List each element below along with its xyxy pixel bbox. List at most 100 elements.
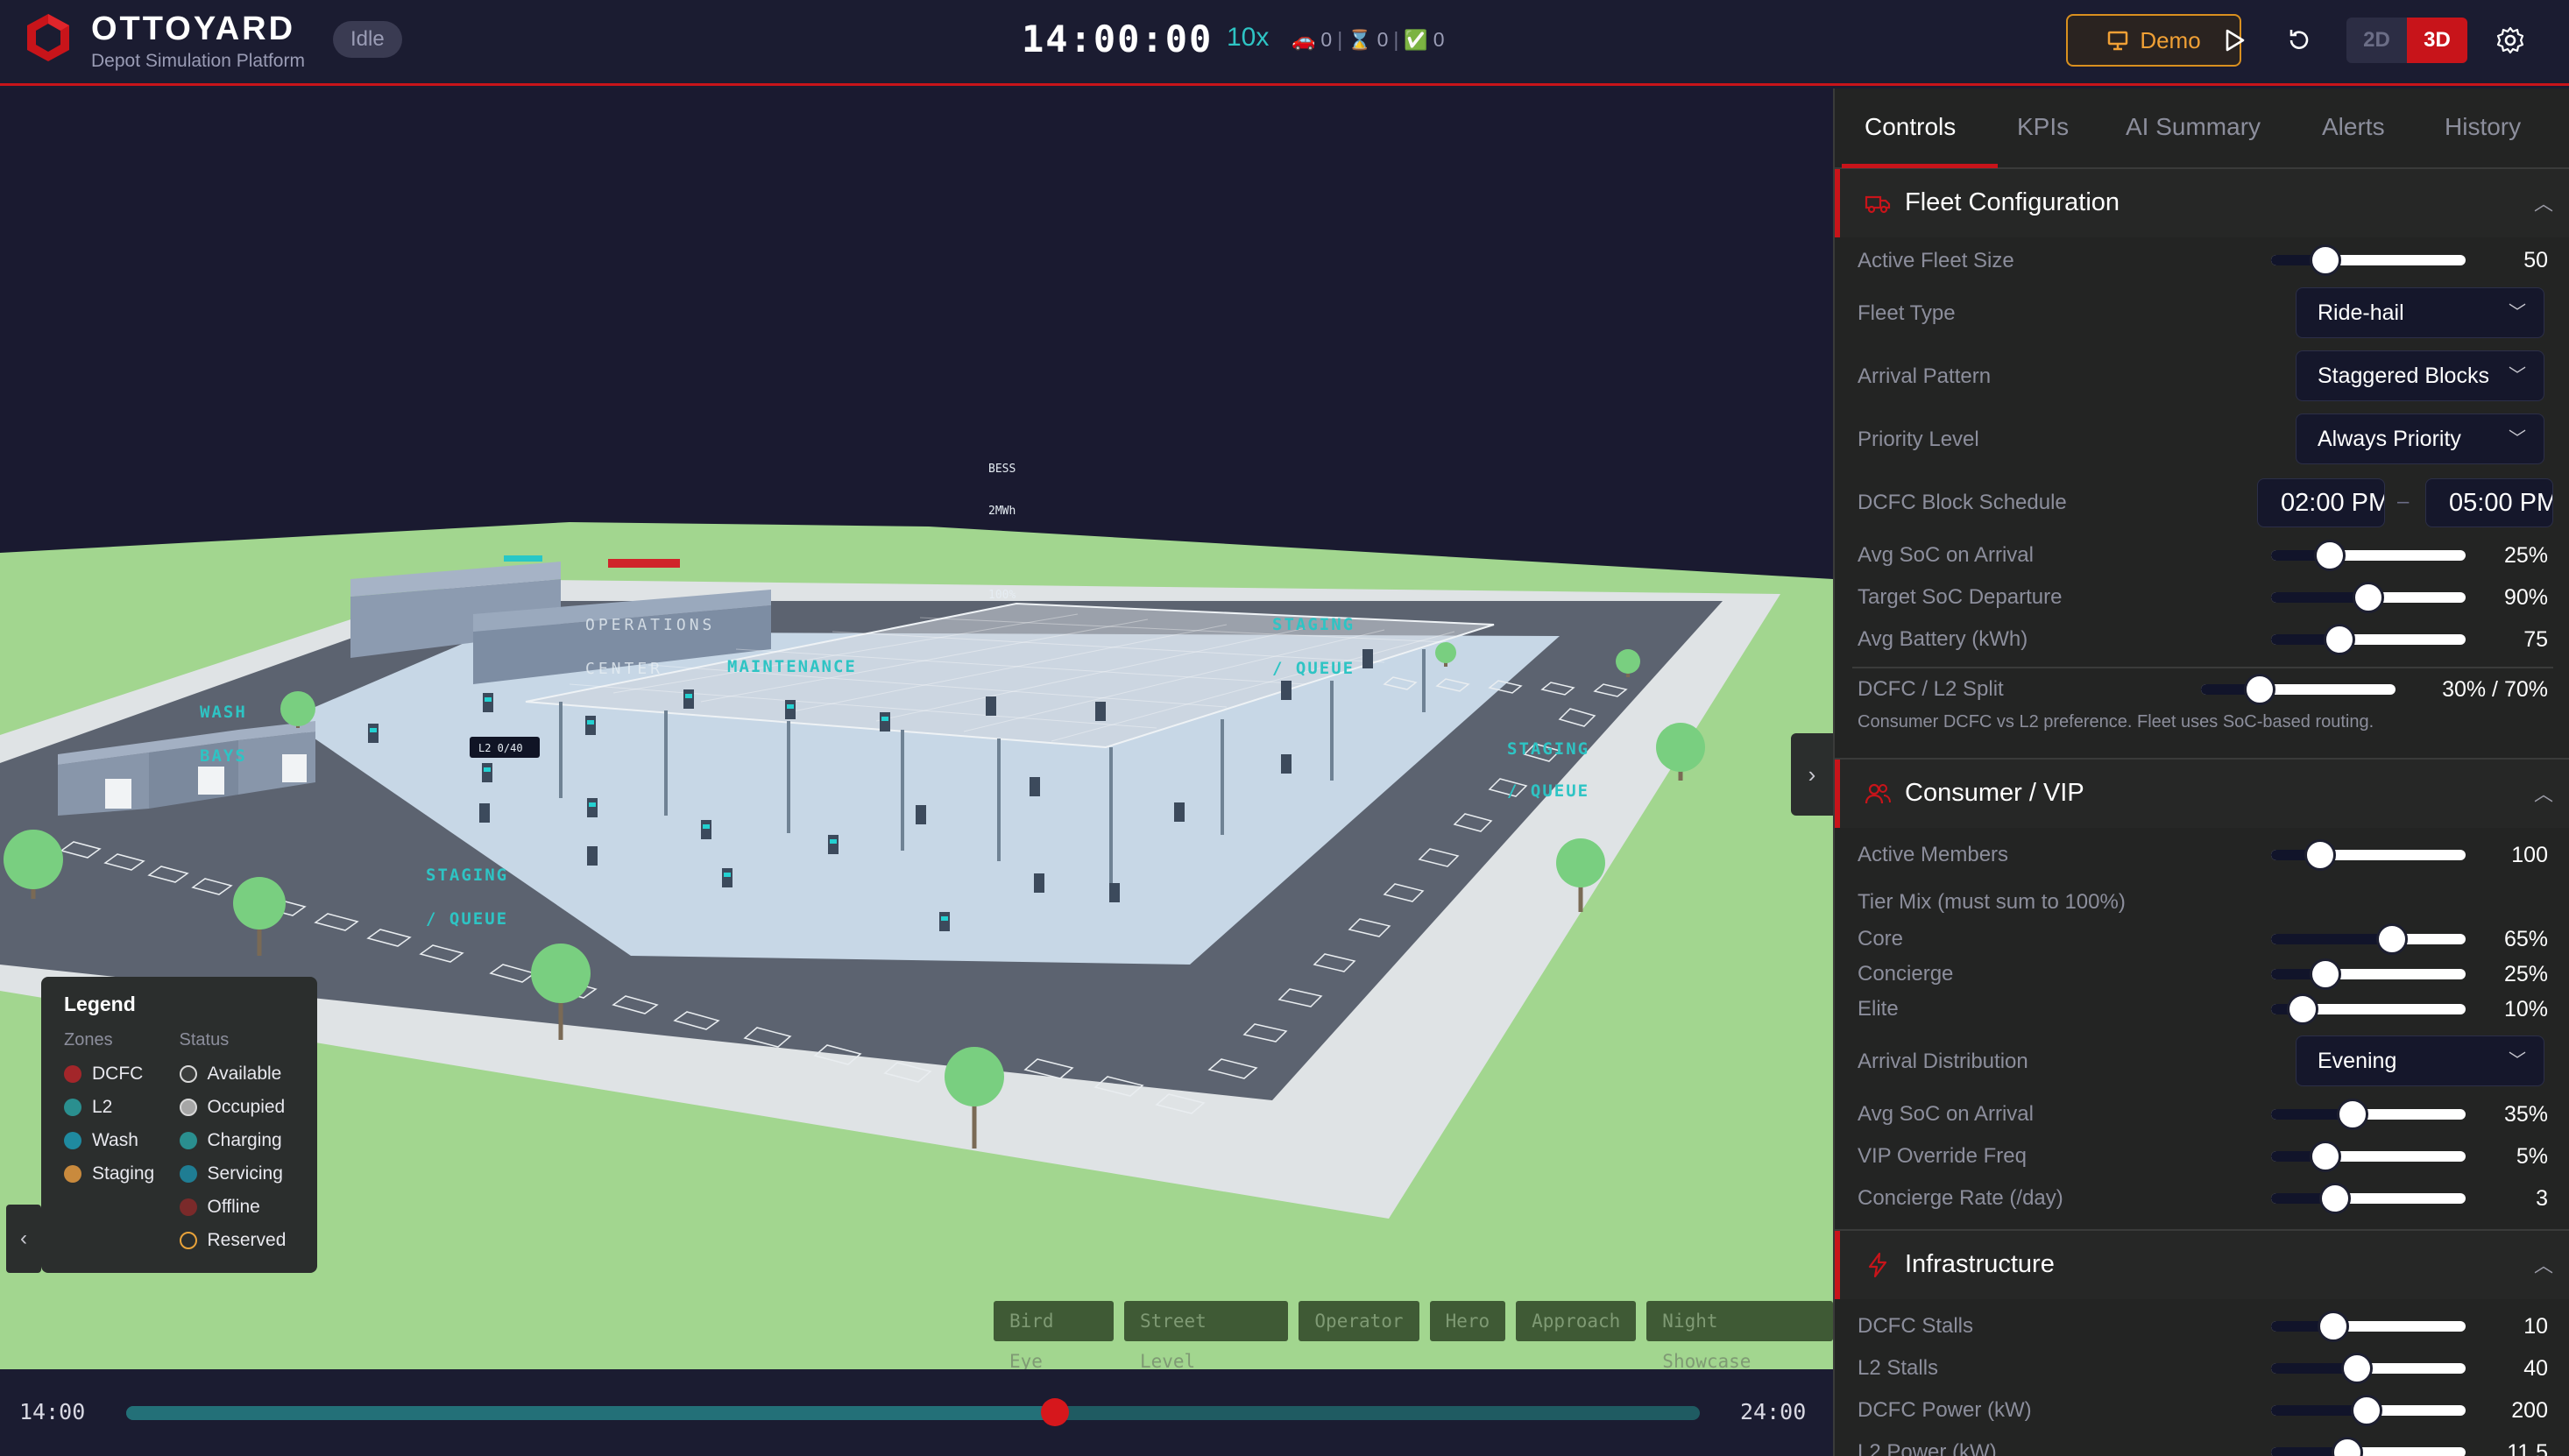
- operations-light: [504, 555, 542, 562]
- slider-handle[interactable]: [2319, 1183, 2351, 1214]
- l2-power-slider[interactable]: [2271, 1437, 2466, 1456]
- slider-handle[interactable]: [2310, 958, 2341, 990]
- camera-approach-button[interactable]: Approach: [1516, 1301, 1637, 1341]
- camera-operator-button[interactable]: Operator: [1299, 1301, 1419, 1341]
- right-panel-collapse[interactable]: ›: [1791, 733, 1833, 816]
- active-members-slider[interactable]: [2271, 839, 2466, 871]
- active-fleet-size-label: Active Fleet Size: [1858, 249, 2014, 272]
- available-swatch: [179, 1065, 197, 1083]
- view-3d-button[interactable]: 3D: [2407, 18, 2467, 63]
- legend-status-heading: Status: [179, 1030, 230, 1050]
- dcfc-l2-split-value: 30% / 70%: [2442, 677, 2548, 702]
- top-bar: OTTOYARD Depot Simulation Platform Idle …: [0, 0, 2569, 86]
- block-end-time-input[interactable]: 05:00 PM: [2425, 478, 2553, 527]
- dcfc-power-slider[interactable]: [2271, 1395, 2466, 1426]
- camera-bird-eye-button[interactable]: Bird Eye: [994, 1301, 1114, 1369]
- camera-night-showcase-button[interactable]: Night Showcase: [1646, 1301, 1833, 1369]
- block-start-time-input[interactable]: 02:00 PM: [2257, 478, 2385, 527]
- play-button[interactable]: [2215, 21, 2254, 60]
- l2-stalls-slider[interactable]: [2271, 1353, 2466, 1384]
- left-panel-toggle[interactable]: ‹: [6, 1205, 41, 1273]
- consumer-vip-title: Consumer / VIP: [1905, 779, 2084, 807]
- fleet-type-value: Ride-hail: [2318, 300, 2404, 325]
- arrival-pattern-select[interactable]: Staggered Blocks ﹀: [2296, 350, 2544, 401]
- settings-button[interactable]: [2491, 21, 2530, 60]
- wash-bay-door: [105, 779, 131, 809]
- camera-street-level-button[interactable]: Street Level: [1123, 1301, 1289, 1369]
- active-fleet-size-slider[interactable]: [2271, 244, 2466, 276]
- map-legend: Legend Zones DCFC L2 Wash Staging Status…: [41, 977, 317, 1273]
- tier-core-slider[interactable]: [2271, 923, 2466, 955]
- view-2d-button[interactable]: 2D: [2346, 18, 2407, 63]
- dcfc-l2-split-slider[interactable]: [2201, 674, 2396, 705]
- slider-handle[interactable]: [2324, 624, 2355, 655]
- consumer-avg-soc-slider[interactable]: [2271, 1099, 2466, 1130]
- fleet-avg-soc-slider[interactable]: [2271, 540, 2466, 571]
- slider-handle[interactable]: [2314, 540, 2346, 571]
- slider-handle[interactable]: [2351, 1395, 2382, 1426]
- tier-elite-slider[interactable]: [2271, 993, 2466, 1025]
- control-panel: Controls KPIs AI Summary Alerts History …: [1833, 88, 2569, 1456]
- slider-handle[interactable]: [2337, 1099, 2368, 1130]
- slider-handle[interactable]: [2310, 1141, 2341, 1172]
- speed-multiplier[interactable]: 10x: [1227, 23, 1269, 53]
- timeline-scrubber-handle[interactable]: [1041, 1398, 1069, 1426]
- legend-label: Available: [207, 1064, 282, 1084]
- tier-concierge-slider[interactable]: [2271, 958, 2466, 990]
- timeline-scrubber[interactable]: [126, 1406, 1700, 1420]
- fleet-type-select[interactable]: Ride-hail ﹀: [2296, 287, 2544, 338]
- timeline-start-time: 14:00: [19, 1399, 86, 1424]
- tab-history[interactable]: History: [2445, 113, 2521, 141]
- arrival-pattern-value: Staggered Blocks: [2318, 364, 2489, 388]
- fleet-configuration-header[interactable]: Fleet Configuration ︿: [1835, 169, 2569, 237]
- hourglass-icon: ⌛: [1348, 28, 1372, 51]
- wash-bay-door: [282, 754, 307, 782]
- avg-battery-slider[interactable]: [2271, 624, 2466, 655]
- priority-level-select[interactable]: Always Priority ﹀: [2296, 413, 2544, 464]
- slider-handle[interactable]: [2376, 923, 2408, 955]
- legend-item-reserved: Reserved: [179, 1224, 295, 1257]
- chevron-down-icon: ﹀: [2509, 1051, 2526, 1071]
- tab-kpis[interactable]: KPIs: [2017, 113, 2069, 141]
- chevron-up-icon: ︿: [2534, 193, 2554, 215]
- tab-controls[interactable]: Controls: [1865, 113, 1956, 141]
- slider-handle[interactable]: [2310, 244, 2341, 276]
- slider-handle[interactable]: [2353, 582, 2384, 613]
- slider-handle[interactable]: [2341, 1353, 2373, 1384]
- slider-handle[interactable]: [2318, 1311, 2349, 1342]
- camera-hero-button[interactable]: Hero: [1429, 1301, 1506, 1341]
- reset-button[interactable]: [2280, 21, 2318, 60]
- tab-alerts[interactable]: Alerts: [2322, 113, 2385, 141]
- tab-ai-summary[interactable]: AI Summary: [2126, 113, 2261, 141]
- center-label: CENTER: [585, 660, 663, 678]
- reset-icon: [2289, 30, 2309, 49]
- arrival-distribution-select[interactable]: Evening ﹀: [2296, 1035, 2544, 1086]
- legend-label: DCFC: [92, 1064, 144, 1084]
- vip-override-slider[interactable]: [2271, 1141, 2466, 1172]
- chevron-right-icon: ›: [1808, 760, 1816, 788]
- consumer-vip-header[interactable]: Consumer / VIP ︿: [1835, 760, 2569, 828]
- infrastructure-header[interactable]: Infrastructure ︿: [1835, 1231, 2569, 1299]
- depot-3d-viewport[interactable]: OPERATIONS CENTER MAINTENANCE WASH BAYS …: [0, 88, 1833, 1369]
- dcfc-stalls-slider[interactable]: [2271, 1311, 2466, 1342]
- lightning-icon: [1868, 1252, 1887, 1278]
- concierge-rate-label: Concierge Rate (/day): [1858, 1186, 2063, 1210]
- settings-icon: [2496, 26, 2524, 54]
- legend-zones-heading: Zones: [64, 1030, 113, 1050]
- active-tab-indicator: [1842, 164, 1998, 168]
- target-soc-slider[interactable]: [2271, 582, 2466, 613]
- concierge-rate-slider[interactable]: [2271, 1183, 2466, 1214]
- fleet-avg-soc-value: 25%: [2503, 543, 2548, 568]
- tier-concierge-label: Concierge: [1858, 962, 1954, 986]
- slider-handle[interactable]: [2287, 993, 2318, 1025]
- counter-separator: |: [1393, 28, 1399, 51]
- consumer-avg-soc-value: 35%: [2503, 1102, 2548, 1127]
- demo-label: Demo: [2140, 26, 2201, 53]
- reserved-swatch: [179, 1232, 197, 1249]
- active-members-label: Active Members: [1858, 843, 2009, 866]
- tree-icon: [531, 944, 591, 1003]
- slider-handle[interactable]: [2304, 839, 2336, 871]
- slider-handle[interactable]: [2244, 674, 2275, 705]
- timeline-bar: 14:00 24:00: [0, 1369, 1833, 1456]
- slider-handle[interactable]: [2332, 1437, 2363, 1456]
